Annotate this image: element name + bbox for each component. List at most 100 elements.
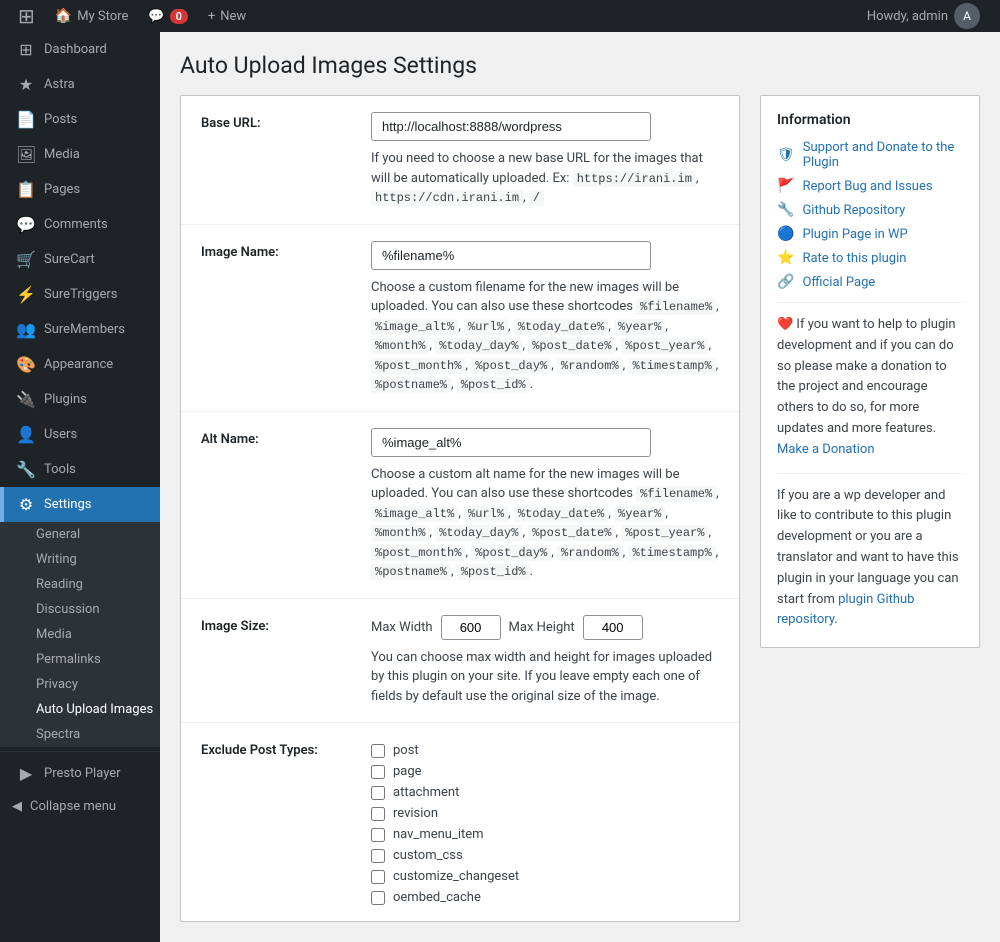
submenu-writing[interactable]: Writing [0, 547, 160, 572]
image-name-row: Image Name: Choose a custom filename for… [181, 225, 739, 412]
collapse-icon: ◀ [12, 799, 22, 814]
adminbar-site-name[interactable]: 🏠 My Store [45, 0, 139, 32]
adminbar-wp-logo[interactable]: ⊞ [8, 0, 45, 32]
image-size-field: Max Width Max Height You can choose max … [371, 615, 719, 707]
sidebar-item-posts[interactable]: 📄 Posts [0, 102, 160, 137]
post-type-page[interactable]: page [371, 764, 719, 779]
base-url-field: If you need to choose a new base URL for… [371, 112, 719, 208]
image-name-desc: Choose a custom filename for the new ima… [371, 278, 719, 395]
checkbox-revision[interactable] [371, 807, 385, 821]
base-url-example3: / [529, 190, 544, 206]
settings-form-area: Base URL: If you need to choose a new ba… [180, 95, 740, 922]
astra-icon: ★ [16, 75, 36, 94]
checkbox-customize-changeset[interactable] [371, 870, 385, 884]
sidebar-item-tools[interactable]: 🔧 Tools [0, 452, 160, 487]
post-type-customize-changeset[interactable]: customize_changeset [371, 869, 719, 884]
sidebar-item-dashboard[interactable]: ⊞ Dashboard [0, 32, 160, 67]
alt-name-row: Alt Name: Choose a custom alt name for t… [181, 412, 739, 599]
comments-icon: 💬 [16, 215, 36, 234]
suremembers-icon: 👥 [16, 320, 36, 339]
submenu-privacy[interactable]: Privacy [0, 672, 160, 697]
sidebar-item-settings[interactable]: ⚙ Settings [0, 487, 160, 522]
submenu-auto-upload-images[interactable]: Auto Upload Images [0, 697, 160, 722]
info-link-rate[interactable]: ⭐ Rate to this plugin [777, 250, 963, 266]
alt-name-input[interactable] [371, 428, 651, 457]
submenu-permalinks[interactable]: Permalinks [0, 647, 160, 672]
base-url-label: Base URL: [201, 112, 351, 131]
settings-card: Base URL: If you need to choose a new ba… [180, 95, 740, 922]
base-url-input[interactable] [371, 112, 651, 141]
image-name-input[interactable] [371, 241, 651, 270]
post-type-custom-css[interactable]: custom_css [371, 848, 719, 863]
adminbar-comments[interactable]: 💬 0 [138, 0, 197, 32]
image-name-label: Image Name: [201, 241, 351, 260]
admin-bar: ⊞ 🏠 My Store 💬 0 + New Howdy, admin A [0, 0, 1000, 32]
image-size-inputs: Max Width Max Height [371, 615, 719, 640]
submenu-discussion[interactable]: Discussion [0, 597, 160, 622]
sidebar-item-media[interactable]: 🖼 Media [0, 137, 160, 172]
adminbar-new[interactable]: + New [198, 0, 256, 32]
info-divider [777, 302, 963, 303]
checkbox-oembed-cache[interactable] [371, 891, 385, 905]
checkbox-custom-css[interactable] [371, 849, 385, 863]
base-url-example2: https://cdn.irani.im [371, 190, 523, 206]
max-height-input[interactable] [583, 615, 643, 640]
adminbar-right: Howdy, admin A [855, 3, 992, 29]
sidebar-item-comments[interactable]: 💬 Comments [0, 207, 160, 242]
adminbar-howdy[interactable]: Howdy, admin A [855, 3, 992, 29]
admin-menu: ⊞ Dashboard ★ Astra 📄 Posts 🖼 Media 📋 Pa… [0, 32, 160, 942]
sidebar-item-presto-player[interactable]: ▶ Presto Player [0, 756, 160, 791]
donation-link[interactable]: Make a Donation [777, 442, 875, 457]
image-size-desc: You can choose max width and height for … [371, 648, 719, 707]
checkbox-post[interactable] [371, 744, 385, 758]
post-types-checkboxes: post page attachment revision [371, 743, 719, 905]
sidebar-item-surecart[interactable]: 🛒 SureCart [0, 242, 160, 277]
settings-icon: ⚙ [16, 495, 36, 514]
alt-name-desc: Choose a custom alt name for the new ima… [371, 465, 719, 582]
submenu-spectra[interactable]: Spectra [0, 722, 160, 747]
max-width-input[interactable] [441, 615, 501, 640]
info-link-github[interactable]: 🔧 Github Repository [777, 202, 963, 218]
support-icon: 🛡 [777, 147, 795, 163]
info-link-plugin-page[interactable]: 🔵 Plugin Page in WP [777, 226, 963, 242]
info-link-official[interactable]: 🔗 Official Page [777, 274, 963, 290]
max-width-label: Max Width [371, 620, 433, 635]
sidebar-item-appearance[interactable]: 🎨 Appearance [0, 347, 160, 382]
image-size-label: Image Size: [201, 615, 351, 634]
tools-icon: 🔧 [16, 460, 36, 479]
sidebar-item-plugins[interactable]: 🔌 Plugins [0, 382, 160, 417]
post-type-post[interactable]: post [371, 743, 719, 758]
presto-icon: ▶ [16, 764, 36, 783]
sidebar-item-astra[interactable]: ★ Astra [0, 67, 160, 102]
post-type-attachment[interactable]: attachment [371, 785, 719, 800]
collapse-menu-button[interactable]: ◀ Collapse menu [0, 791, 160, 822]
surecart-icon: 🛒 [16, 250, 36, 269]
page-title: Auto Upload Images Settings [180, 52, 980, 79]
donation-text: ❤️ If you want to help to plugin develop… [777, 315, 963, 461]
post-type-oembed-cache[interactable]: oembed_cache [371, 890, 719, 905]
media-icon: 🖼 [16, 145, 36, 164]
sidebar-item-users[interactable]: 👤 Users [0, 417, 160, 452]
submenu-reading[interactable]: Reading [0, 572, 160, 597]
submenu-general[interactable]: General [0, 522, 160, 547]
suretriggers-icon: ⚡ [16, 285, 36, 304]
info-link-report-bug[interactable]: 🚩 Report Bug and Issues [777, 178, 963, 194]
checkbox-nav-menu-item[interactable] [371, 828, 385, 842]
sidebar-item-suretriggers[interactable]: ⚡ SureTriggers [0, 277, 160, 312]
checkbox-attachment[interactable] [371, 786, 385, 800]
base-url-desc: If you need to choose a new base URL for… [371, 149, 719, 208]
info-sidebar: Information 🛡 Support and Donate to the … [760, 95, 980, 648]
base-url-example1: https://irani.im [573, 171, 696, 187]
sidebar-item-pages[interactable]: 📋 Pages [0, 172, 160, 207]
info-link-support[interactable]: 🛡 Support and Donate to the Plugin [777, 140, 963, 170]
plugins-icon: 🔌 [16, 390, 36, 409]
plugin-page-icon: 🔵 [777, 226, 794, 242]
developer-text: If you are a wp developer and like to co… [777, 486, 963, 632]
submenu-media[interactable]: Media [0, 622, 160, 647]
post-type-nav-menu-item[interactable]: nav_menu_item [371, 827, 719, 842]
checkbox-page[interactable] [371, 765, 385, 779]
post-type-revision[interactable]: revision [371, 806, 719, 821]
exclude-post-types-field: post page attachment revision [371, 739, 719, 905]
official-icon: 🔗 [777, 274, 794, 290]
sidebar-item-suremembers[interactable]: 👥 SureMembers [0, 312, 160, 347]
